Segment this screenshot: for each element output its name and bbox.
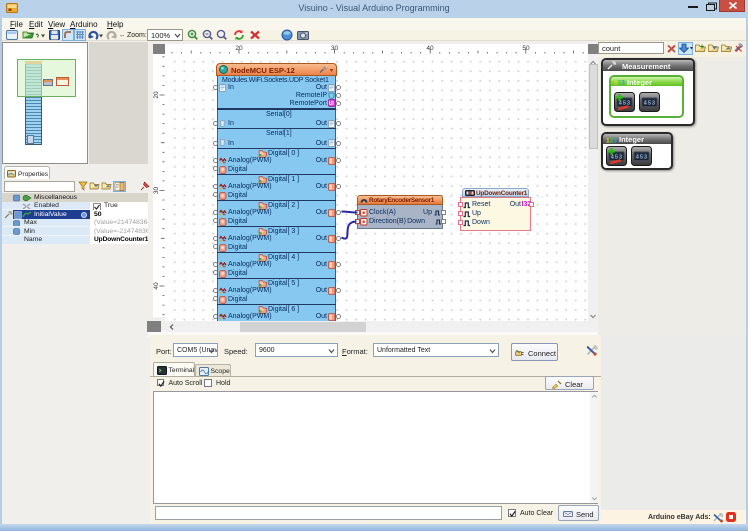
svg-text:3: 3	[644, 154, 647, 160]
svg-text:4: 4	[619, 100, 622, 106]
svg-text:5: 5	[623, 100, 626, 106]
svg-text:5: 5	[640, 154, 643, 160]
svg-text:40: 40	[153, 282, 160, 290]
svg-text:123: 123	[614, 80, 625, 87]
svg-text:4: 4	[636, 154, 639, 160]
svg-text:4: 4	[611, 154, 614, 160]
svg-text:123: 123	[606, 137, 617, 144]
svg-text:3: 3	[652, 100, 655, 106]
svg-text:20: 20	[153, 91, 160, 99]
svg-text:5: 5	[648, 100, 651, 106]
svg-text:5: 5	[615, 154, 618, 160]
svg-text:30: 30	[153, 187, 160, 195]
svg-text:4: 4	[644, 100, 647, 106]
